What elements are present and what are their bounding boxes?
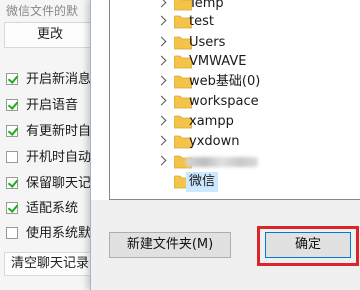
chevron-right-icon[interactable] — [156, 36, 167, 47]
tree-item-label: xampp — [189, 114, 234, 129]
wechat-settings-panel: 微信文件的默 更改 开启新消息 开启语音 有更新时自 开机时自动 保留聊天记 适… — [0, 0, 100, 290]
option-label: 使用系统默 — [26, 226, 92, 240]
tree-item[interactable]: workspace — [110, 92, 360, 112]
tree-item-label: VMWAVE — [189, 54, 247, 69]
option-label: 有更新时自 — [26, 124, 92, 138]
tree-item-label: workspace — [189, 94, 259, 109]
highlight-box — [257, 226, 359, 266]
chevron-right-icon[interactable] — [156, 55, 167, 66]
folder-tree[interactable]: Temp test Users VMWAVE web基础(0) workspac… — [109, 0, 360, 200]
checkbox-checked-icon[interactable] — [6, 201, 18, 214]
tree-item[interactable]: web基础(0) — [110, 72, 360, 92]
dialog-footer: 新建文件夹(M) 确定 — [91, 200, 360, 290]
checkbox-checked-icon[interactable] — [6, 124, 18, 137]
option-label: 适配系统 — [26, 201, 79, 215]
clear-history-button[interactable]: 清空聊天记录 — [4, 252, 100, 276]
chevron-right-icon[interactable] — [156, 75, 167, 86]
tree-item[interactable]: xampp — [110, 112, 360, 132]
option-label: 开启语音 — [26, 98, 79, 112]
tree-item[interactable]: yxdown — [110, 132, 360, 152]
tree-item-label: web基础(0) — [189, 74, 261, 89]
tree-item[interactable]: Users — [110, 33, 360, 53]
checkbox-unchecked-icon[interactable] — [6, 226, 18, 239]
chevron-right-icon[interactable] — [156, 135, 167, 146]
new-folder-button[interactable]: 新建文件夹(M) — [109, 232, 231, 258]
option-auto-update[interactable]: 有更新时自 — [6, 120, 100, 138]
option-auto-start[interactable]: 开机时自动 — [6, 146, 100, 164]
change-location-button[interactable]: 更改 — [4, 22, 96, 48]
option-label: 开启新消息 — [26, 72, 92, 86]
tree-item[interactable]: VMWAVE — [110, 52, 360, 72]
option-label: 保留聊天记 — [26, 176, 92, 190]
blurred-label — [186, 157, 258, 167]
file-location-label: 微信文件的默 — [6, 4, 79, 18]
checkbox-checked-icon[interactable] — [6, 176, 18, 189]
checkbox-checked-icon[interactable] — [6, 98, 18, 111]
option-system-default[interactable]: 使用系统默 — [6, 222, 100, 240]
option-keep-history[interactable]: 保留聊天记 — [6, 172, 100, 190]
option-label: 开机时自动 — [26, 150, 92, 164]
option-voice[interactable]: 开启语音 — [6, 94, 100, 112]
tree-item-blurred[interactable] — [110, 152, 360, 172]
tree-item-label: 微信 — [186, 172, 219, 192]
tree-item-label: test — [189, 14, 214, 29]
browse-folder-dialog: Temp test Users VMWAVE web基础(0) workspac… — [90, 0, 360, 290]
option-adapt-system[interactable]: 适配系统 — [6, 197, 100, 215]
chevron-right-icon[interactable] — [156, 95, 167, 106]
option-new-message[interactable]: 开启新消息 — [6, 68, 100, 86]
checkbox-unchecked-icon[interactable] — [6, 150, 18, 163]
chevron-right-icon[interactable] — [156, 115, 167, 126]
tree-item-label: yxdown — [189, 134, 240, 149]
chevron-right-icon[interactable] — [156, 155, 167, 166]
tree-item-label: Users — [189, 35, 226, 50]
tree-item[interactable]: test — [110, 12, 360, 32]
checkbox-checked-icon[interactable] — [6, 72, 18, 85]
chevron-right-icon[interactable] — [156, 0, 167, 8]
chevron-right-icon[interactable] — [156, 15, 167, 26]
tree-item-selected[interactable]: 微信 — [110, 172, 360, 192]
